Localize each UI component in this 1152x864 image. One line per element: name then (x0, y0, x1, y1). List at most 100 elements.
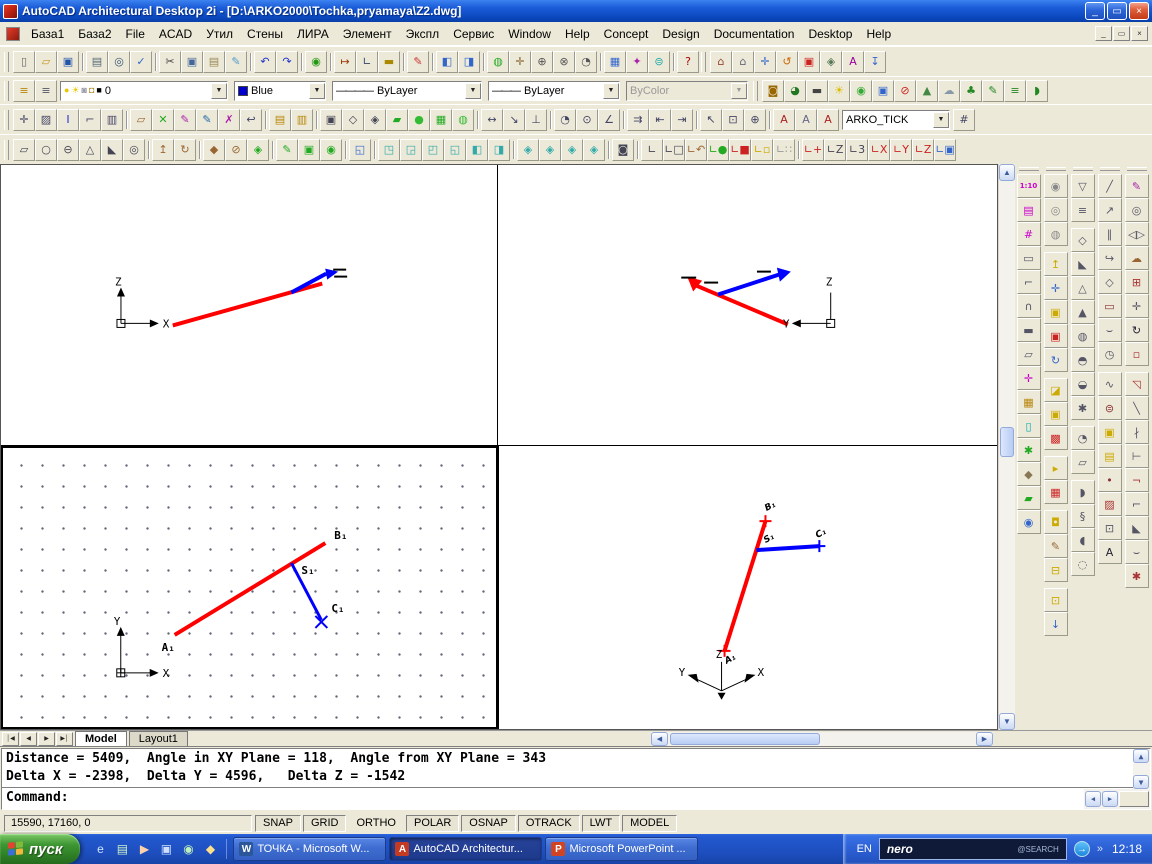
toolbar-handle[interactable] (701, 51, 706, 72)
corner-button[interactable]: ⌐ (1016, 270, 1041, 294)
schedule-button[interactable]: ▦ (1016, 390, 1041, 414)
drawing-area[interactable]: Z X Y Z Y X A₁ B₁ S₁ C₁ B₁ S₁ C₁ A₁ Z Y … (0, 164, 998, 730)
polar-toggle[interactable]: POLAR (406, 814, 460, 832)
extrude2-button[interactable]: ↥ (1043, 252, 1068, 276)
view-top-button[interactable]: ◳ (378, 138, 400, 161)
viewport-bottom-right[interactable]: B₁ S₁ C₁ A₁ Z Y X (498, 446, 997, 729)
tab-model[interactable]: Model (75, 731, 127, 746)
toolbar-handle[interactable] (4, 80, 9, 101)
scrollbar-thumb[interactable] (670, 732, 820, 745)
join-button[interactable]: ⌐ (1124, 492, 1149, 516)
quicklaunch-desktop[interactable]: ▤ (112, 839, 132, 859)
tree-button[interactable]: ✱ (1016, 438, 1041, 462)
text-style-button[interactable]: I (57, 108, 79, 131)
vertical-scrollbar[interactable]: ▲ ▼ (998, 164, 1015, 730)
tab-nav-last-button[interactable]: ▶│ (56, 731, 73, 746)
solid-cylinder-button[interactable]: ⊖ (57, 138, 79, 161)
quicklaunch-player[interactable]: ▶ (134, 839, 154, 859)
palette-grip[interactable] (1072, 167, 1093, 171)
abd-button[interactable]: A (842, 50, 864, 73)
command-input[interactable]: Command: (2, 788, 1150, 808)
document-icon[interactable] (6, 26, 20, 41)
shade-flat-button[interactable]: ▰ (386, 108, 408, 131)
blue-line-3d[interactable] (756, 544, 820, 553)
color-faces-button[interactable]: ▦ (1043, 480, 1068, 504)
red-line[interactable] (695, 283, 789, 327)
dim-edit-button[interactable]: A (773, 108, 795, 131)
palette-grip[interactable] (1126, 167, 1147, 171)
arc-wall-button[interactable]: ∩ (1016, 294, 1041, 318)
revsurf-button[interactable]: ◌ (1070, 552, 1095, 576)
ls-edit-button[interactable]: ✎ (982, 79, 1004, 102)
palette-grip[interactable] (1099, 167, 1120, 171)
block-button[interactable]: ▱ (130, 108, 152, 131)
view-left-button[interactable]: ◰ (422, 138, 444, 161)
scrollbar-thumb[interactable] (1000, 427, 1014, 457)
spelling-button[interactable]: ✓ (130, 50, 152, 73)
tab-layout1[interactable]: Layout1 (128, 731, 188, 746)
polyline-edit-button[interactable]: ↩ (240, 108, 262, 131)
prism-button[interactable]: ◣ (1070, 252, 1095, 276)
viewport-top-right[interactable]: Y Z (498, 165, 997, 446)
revision-cloud-button[interactable]: ☁ (1124, 246, 1149, 270)
zoom-window-button[interactable]: ◔ (575, 50, 597, 73)
subtract-button[interactable]: ◎ (1043, 198, 1068, 222)
arch-display-button[interactable]: ◈ (820, 50, 842, 73)
interfere2-button[interactable]: ▣ (1043, 324, 1068, 348)
copy-button2[interactable]: ◎ (1124, 198, 1149, 222)
multiline-button[interactable]: ∥ (1097, 222, 1122, 246)
task-word[interactable]: W ТОЧКА - Microsoft W... (233, 837, 387, 861)
rectangle-button[interactable]: ▭ (1097, 294, 1122, 318)
section-button[interactable]: ⊘ (225, 138, 247, 161)
menu-baza1[interactable]: База1 (24, 24, 71, 44)
edit-point-button[interactable]: ✎ (174, 108, 196, 131)
line-button[interactable]: ╱ (1097, 174, 1122, 198)
layer-manager-button[interactable]: ≡ (13, 79, 35, 102)
tab-nav-first-button[interactable]: │◀ (2, 731, 19, 746)
shade-gouraud-button[interactable]: ● (408, 108, 430, 131)
scroll-left-icon[interactable]: ◀ (651, 731, 668, 746)
view-bottom-button[interactable]: ◲ (400, 138, 422, 161)
model-toggle[interactable]: MODEL (622, 814, 678, 832)
move-3d-button[interactable]: ✛ (1043, 276, 1068, 300)
ellipse-button[interactable]: ⊜ (1097, 396, 1122, 420)
command-history[interactable]: Distance = 5409, Angle in XY Plane = 118… (2, 749, 1150, 788)
scale-button2[interactable]: ▫ (1124, 342, 1149, 366)
view-ne-iso-button[interactable]: ◈ (561, 138, 583, 161)
restore-button[interactable]: ▭ (1107, 2, 1127, 20)
close-button[interactable]: × (1129, 2, 1149, 20)
shade-flat-edges-button[interactable]: ▦ (430, 108, 452, 131)
hole-box-button[interactable]: ◘ (1043, 510, 1068, 534)
paste-button[interactable]: ▤ (203, 50, 225, 73)
section-3d-button[interactable]: ▣ (1043, 402, 1068, 426)
copy-button[interactable]: ▣ (181, 50, 203, 73)
pan-realtime-button[interactable]: ✛ (509, 50, 531, 73)
arch-compass-button[interactable]: ✛ (754, 50, 776, 73)
explode-button[interactable]: ✱ (1124, 564, 1149, 588)
tolerance-button[interactable]: ⊡ (722, 108, 744, 131)
red-line-ab[interactable] (173, 541, 327, 637)
toolbar-handle[interactable] (753, 80, 758, 101)
color-combo[interactable]: Blue ▼ (234, 80, 326, 101)
dim-diameter-button[interactable]: ⊙ (576, 108, 598, 131)
view-back-button[interactable]: ◨ (488, 138, 510, 161)
solid-wedge-button[interactable]: ◣ (101, 138, 123, 161)
shade-2d-wireframe-button[interactable]: ▣ (320, 108, 342, 131)
save-settings-button[interactable]: ▤ (269, 108, 291, 131)
center-mark-button[interactable]: ⊕ (744, 108, 766, 131)
shade-3d-wireframe-button[interactable]: ◇ (342, 108, 364, 131)
copy-object2-button[interactable]: ▤ (1097, 444, 1122, 468)
camera-button[interactable]: ◙ (612, 138, 634, 161)
menu-help2[interactable]: Help (859, 24, 898, 44)
grid-button[interactable]: # (1016, 222, 1041, 246)
scroll-down-icon[interactable]: ▼ (1133, 775, 1149, 789)
ruler-button[interactable]: ▬ (378, 50, 400, 73)
quicklaunch-outlook[interactable]: ▣ (156, 839, 176, 859)
dim-angular-button[interactable]: ∠ (598, 108, 620, 131)
polygon-button[interactable]: ◇ (1097, 270, 1122, 294)
nero-search-bar[interactable]: nero @SEARCH (878, 838, 1067, 860)
ls-new-button[interactable]: ♣ (960, 79, 982, 102)
fillet-button[interactable]: ⌣ (1124, 540, 1149, 564)
section-line-button[interactable]: ▬ (1016, 318, 1041, 342)
layout-viewports-button[interactable]: ◧ (436, 50, 458, 73)
